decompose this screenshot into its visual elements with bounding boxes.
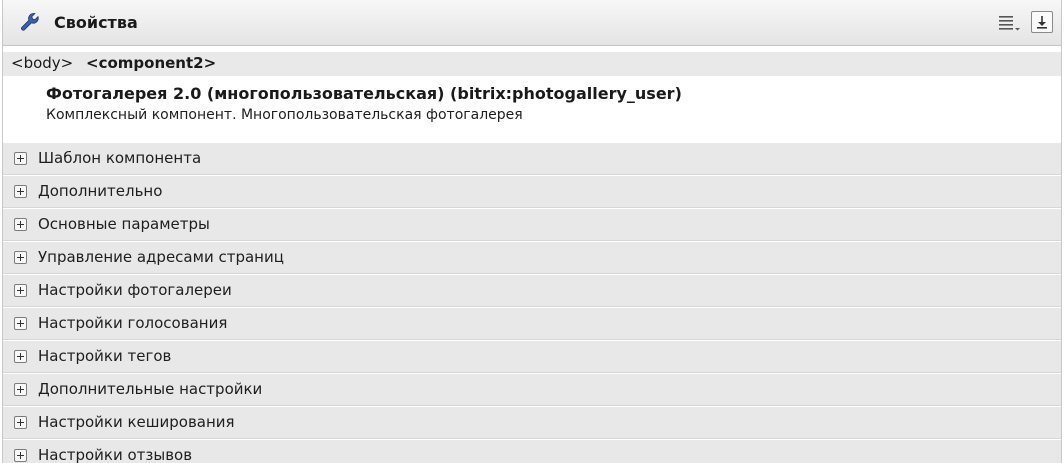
section-tag-settings[interactable]: Настройки тегов (3, 341, 1061, 373)
expand-plus-icon[interactable] (14, 251, 27, 264)
properties-panel: Свойства <body> <component2> Фотогалерея… (2, 0, 1062, 463)
section-label: Настройки фотогалереи (38, 281, 232, 299)
breadcrumb-component[interactable]: <component2> (86, 54, 216, 72)
section-additional[interactable]: Дополнительно (3, 176, 1061, 208)
section-extra-settings[interactable]: Дополнительные настройки (3, 374, 1061, 406)
section-label: Настройки тегов (38, 347, 172, 365)
section-label: Шаблон компонента (38, 149, 202, 167)
component-description: Комплексный компонент. Многопользователь… (46, 107, 523, 123)
expand-plus-icon[interactable] (14, 218, 27, 231)
section-label: Настройки голосования (38, 314, 228, 332)
panel-header: Свойства (3, 0, 1061, 46)
section-label: Настройки кеширования (38, 413, 235, 431)
export-button[interactable] (1031, 11, 1053, 33)
expand-plus-icon[interactable] (14, 185, 27, 198)
expand-plus-icon[interactable] (14, 416, 27, 429)
section-label: Настройки отзывов (38, 446, 193, 463)
expand-plus-icon[interactable] (14, 449, 27, 462)
section-cache-settings[interactable]: Настройки кеширования (3, 407, 1061, 439)
panel-title: Свойства (54, 13, 138, 32)
expand-plus-icon[interactable] (14, 383, 27, 396)
expand-plus-icon[interactable] (14, 152, 27, 165)
section-voting-settings[interactable]: Настройки голосования (3, 308, 1061, 340)
section-main-params[interactable]: Основные параметры (3, 209, 1061, 241)
breadcrumb-body[interactable]: <body> (11, 54, 73, 72)
download-icon (1037, 16, 1047, 29)
expand-plus-icon[interactable] (14, 350, 27, 363)
section-template[interactable]: Шаблон компонента (3, 143, 1061, 175)
property-sections: Шаблон компонента Дополнительно Основные… (3, 143, 1061, 463)
section-review-settings[interactable]: Настройки отзывов (3, 440, 1061, 463)
section-label: Дополнительные настройки (38, 380, 263, 398)
list-view-icon[interactable] (997, 13, 1021, 33)
expand-plus-icon[interactable] (14, 284, 27, 297)
section-label: Дополнительно (38, 182, 163, 200)
wrench-icon (21, 13, 39, 31)
component-name: Фотогалерея 2.0 (многопользовательская) … (46, 84, 682, 103)
section-label: Основные параметры (38, 215, 210, 233)
section-label: Управление адресами страниц (38, 248, 284, 266)
section-url-management[interactable]: Управление адресами страниц (3, 242, 1061, 274)
section-gallery-settings[interactable]: Настройки фотогалереи (3, 275, 1061, 307)
expand-plus-icon[interactable] (14, 317, 27, 330)
breadcrumb: <body> <component2> (3, 52, 1061, 76)
